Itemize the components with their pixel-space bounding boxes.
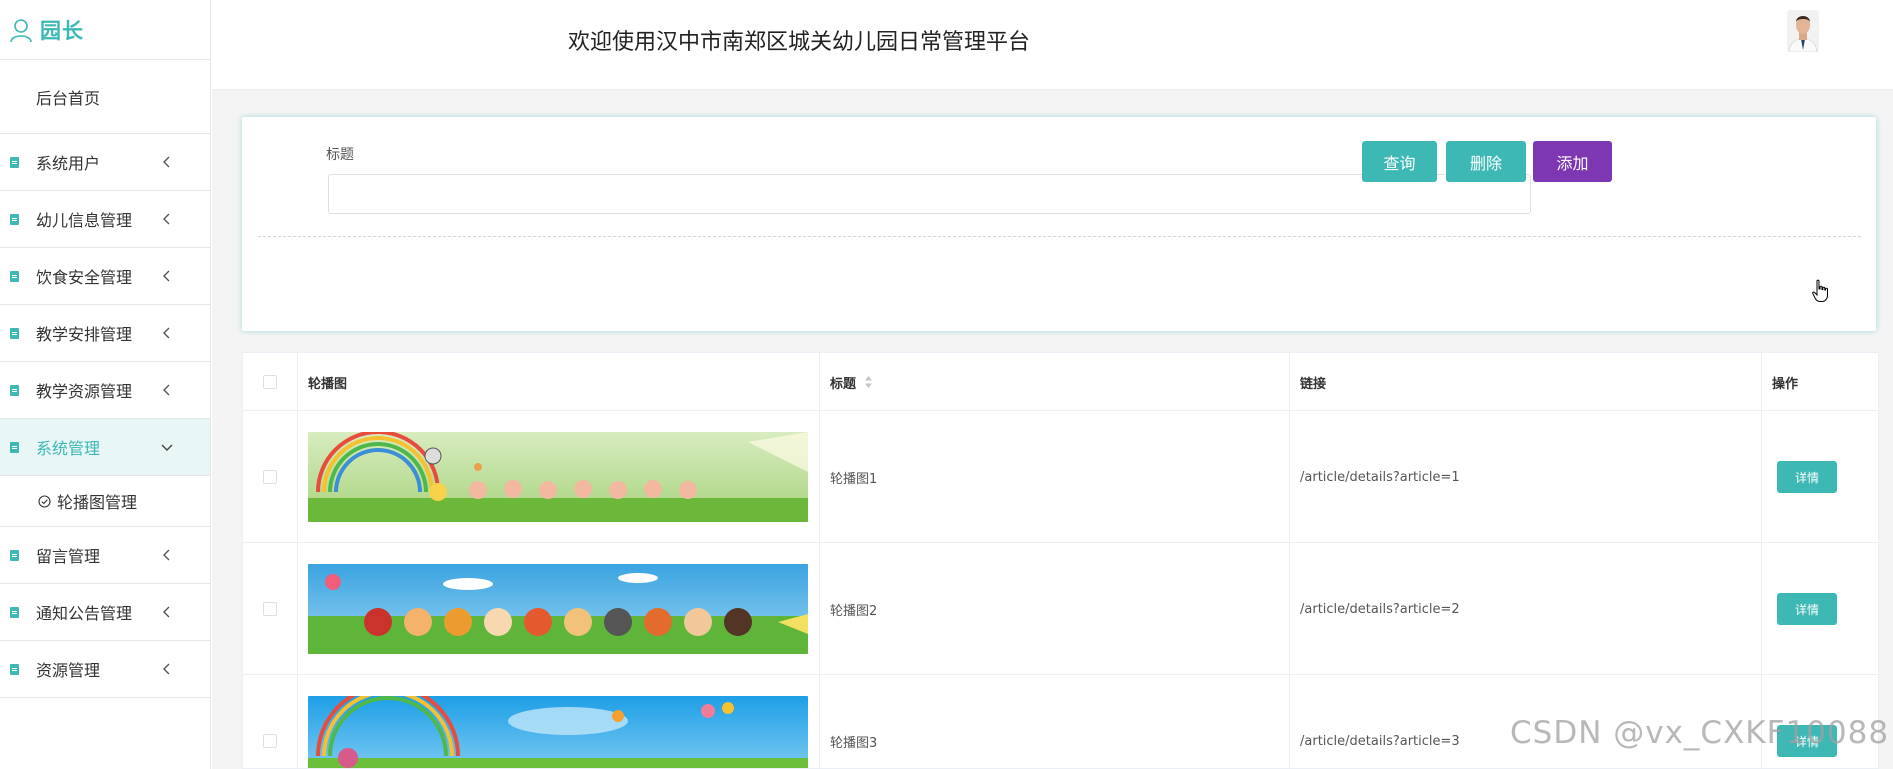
sidebar-item-teaching-schedule[interactable]: 教学安排管理 — [0, 305, 210, 362]
sidebar-item-label: 留言管理 — [36, 547, 101, 566]
query-button[interactable]: 查询 — [1362, 141, 1437, 182]
document-icon — [10, 270, 19, 282]
sidebar-item-notices[interactable]: 通知公告管理 — [0, 584, 210, 641]
row-checkbox[interactable] — [263, 470, 277, 484]
table-row: 轮播图3 /article/details?article=3 详情 — [243, 675, 1878, 768]
sidebar-item-system-users[interactable]: 系统用户 — [0, 134, 210, 191]
sidebar-item-label: 资源管理 — [36, 661, 101, 680]
avatar-image — [1787, 10, 1819, 52]
table-header: 轮播图 标题 链接 操作 — [243, 353, 1878, 411]
divider — [258, 236, 1861, 237]
action-cell: 详情 — [1762, 675, 1878, 768]
document-icon — [10, 663, 19, 675]
carousel-image — [308, 696, 808, 768]
sidebar-item-system-management[interactable]: 系统管理 — [0, 419, 210, 476]
page-title: 欢迎使用汉中市南郑区城关幼儿园日常管理平台 — [568, 30, 1031, 55]
sidebar-brand-label: 园长 — [40, 18, 84, 43]
document-icon — [10, 441, 19, 453]
link-cell: /article/details?article=2 — [1290, 543, 1762, 675]
chevron-left-icon — [163, 606, 170, 618]
header-title: 标题 — [830, 376, 857, 392]
document-icon — [10, 156, 19, 168]
app-root: 园长 后台首页 系统用户 幼儿信息管理 饮食安全管理 教学安排管理 教学资源管理 — [0, 0, 1893, 769]
title-cell: 轮播图1 — [820, 411, 1290, 543]
document-icon — [10, 549, 19, 561]
sidebar-item-label: 幼儿信息管理 — [36, 211, 133, 230]
detail-button[interactable]: 详情 — [1777, 461, 1837, 493]
sidebar-item-messages[interactable]: 留言管理 — [0, 527, 210, 584]
search-title-label: 标题 — [326, 147, 354, 163]
header-link: 链接 — [1290, 353, 1762, 411]
row-checkbox[interactable] — [263, 734, 277, 748]
chevron-left-icon — [163, 156, 170, 168]
check-circle-icon — [38, 494, 51, 508]
chevron-left-icon — [163, 213, 170, 225]
sidebar-subitem-carousel[interactable]: 轮播图管理 — [0, 476, 210, 527]
hand-cursor-icon — [1812, 279, 1828, 302]
add-button[interactable]: 添加 — [1533, 141, 1612, 182]
sidebar-item-label: 通知公告管理 — [36, 604, 133, 623]
document-icon — [10, 213, 19, 225]
link-cell: /article/details?article=1 — [1290, 411, 1762, 543]
sidebar-item-resources[interactable]: 资源管理 — [0, 641, 210, 698]
row-select-cell — [243, 543, 298, 675]
header-image: 轮播图 — [298, 353, 820, 411]
chevron-left-icon — [163, 384, 170, 396]
document-icon — [10, 606, 19, 618]
sidebar-brand: 园长 — [0, 0, 210, 60]
sidebar-subitem-label: 轮播图管理 — [57, 493, 138, 512]
row-checkbox[interactable] — [263, 602, 277, 616]
chevron-left-icon — [163, 327, 170, 339]
sidebar: 园长 后台首页 系统用户 幼儿信息管理 饮食安全管理 教学安排管理 教学资源管理 — [0, 0, 211, 769]
sidebar-item-label: 系统管理 — [36, 439, 101, 458]
image-cell — [298, 411, 820, 543]
table-row: 轮播图1 /article/details?article=1 详情 — [243, 411, 1878, 543]
carousel-image — [308, 564, 808, 654]
avatar[interactable] — [1787, 10, 1819, 52]
document-icon — [10, 384, 19, 396]
sidebar-item-home[interactable]: 后台首页 — [0, 60, 210, 134]
link-cell: /article/details?article=3 — [1290, 675, 1762, 768]
chevron-down-icon — [161, 444, 173, 451]
chevron-left-icon — [163, 549, 170, 561]
carousel-image — [308, 432, 808, 522]
carousel-table: 轮播图 标题 链接 操作 轮播图1 /article/details?artic… — [242, 352, 1879, 769]
action-cell: 详情 — [1762, 411, 1878, 543]
document-icon — [10, 327, 19, 339]
delete-button[interactable]: 删除 — [1446, 141, 1526, 182]
sort-icon[interactable] — [864, 375, 873, 389]
title-cell: 轮播图2 — [820, 543, 1290, 675]
detail-button[interactable]: 详情 — [1777, 593, 1837, 625]
sidebar-item-food-safety[interactable]: 饮食安全管理 — [0, 248, 210, 305]
sidebar-item-label: 系统用户 — [36, 154, 101, 173]
header-select-cell — [243, 353, 298, 411]
sidebar-item-child-info[interactable]: 幼儿信息管理 — [0, 191, 210, 248]
chevron-left-icon — [163, 663, 170, 675]
user-icon — [10, 18, 32, 42]
row-select-cell — [243, 675, 298, 768]
search-title-input[interactable] — [328, 174, 1531, 214]
sidebar-item-label: 饮食安全管理 — [36, 268, 133, 287]
detail-button[interactable]: 详情 — [1777, 725, 1837, 757]
sidebar-item-label: 教学安排管理 — [36, 325, 133, 344]
table-row: 轮播图2 /article/details?article=2 详情 — [243, 543, 1878, 675]
row-select-cell — [243, 411, 298, 543]
sidebar-item-teaching-resources[interactable]: 教学资源管理 — [0, 362, 210, 419]
top-header: 欢迎使用汉中市南郑区城关幼儿园日常管理平台 — [212, 0, 1893, 90]
chevron-left-icon — [163, 270, 170, 282]
title-cell: 轮播图3 — [820, 675, 1290, 768]
header-action: 操作 — [1772, 376, 1799, 392]
search-panel: 标题 — [242, 117, 1876, 331]
image-cell — [298, 543, 820, 675]
action-cell: 详情 — [1762, 543, 1878, 675]
header-title-cell[interactable]: 标题 — [820, 353, 1290, 411]
sidebar-item-label: 教学资源管理 — [36, 382, 133, 401]
image-cell — [298, 675, 820, 768]
select-all-checkbox[interactable] — [263, 375, 277, 389]
